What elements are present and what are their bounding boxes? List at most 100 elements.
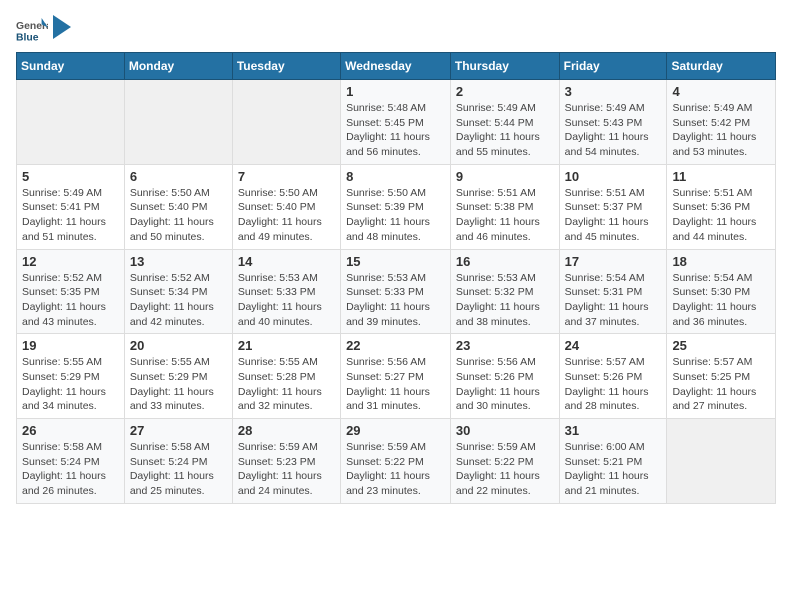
day-info: Sunrise: 5:55 AM Sunset: 5:29 PM Dayligh… (22, 355, 119, 414)
day-number: 31 (565, 423, 662, 438)
day-info: Sunrise: 5:59 AM Sunset: 5:23 PM Dayligh… (238, 440, 335, 499)
calendar-cell: 25 Sunrise: 5:57 AM Sunset: 5:25 PM Dayli… (667, 334, 776, 419)
calendar-cell: 17 Sunrise: 5:54 AM Sunset: 5:31 PM Dayli… (559, 249, 667, 334)
day-info: Sunrise: 5:51 AM Sunset: 5:36 PM Dayligh… (672, 186, 770, 245)
weekday-header-saturday: Saturday (667, 53, 776, 80)
day-number: 14 (238, 254, 335, 269)
day-number: 1 (346, 84, 445, 99)
day-info: Sunrise: 5:48 AM Sunset: 5:45 PM Dayligh… (346, 101, 445, 160)
calendar-cell: 5 Sunrise: 5:49 AM Sunset: 5:41 PM Daylig… (17, 164, 125, 249)
svg-text:Blue: Blue (16, 32, 39, 43)
day-number: 26 (22, 423, 119, 438)
day-info: Sunrise: 5:50 AM Sunset: 5:39 PM Dayligh… (346, 186, 445, 245)
calendar-cell: 11Sunrise: 5:51 AM Sunset: 5:36 PM Dayli… (667, 164, 776, 249)
day-number: 15 (346, 254, 445, 269)
calendar-cell: 20 Sunrise: 5:55 AM Sunset: 5:29 PM Dayli… (124, 334, 232, 419)
weekday-header-wednesday: Wednesday (341, 53, 451, 80)
calendar-cell: 21 Sunrise: 5:55 AM Sunset: 5:28 PM Dayli… (232, 334, 340, 419)
page-header: General Blue (16, 16, 776, 44)
calendar-cell: 8 Sunrise: 5:50 AM Sunset: 5:39 PM Daylig… (341, 164, 451, 249)
day-info: Sunrise: 5:55 AM Sunset: 5:29 PM Dayligh… (130, 355, 227, 414)
day-number: 17 (565, 254, 662, 269)
day-info: Sunrise: 5:58 AM Sunset: 5:24 PM Dayligh… (130, 440, 227, 499)
day-info: Sunrise: 5:51 AM Sunset: 5:38 PM Dayligh… (456, 186, 554, 245)
calendar-cell: 6Sunrise: 5:50 AM Sunset: 5:40 PM Daylig… (124, 164, 232, 249)
calendar-cell (232, 80, 340, 165)
day-info: Sunrise: 5:55 AM Sunset: 5:28 PM Dayligh… (238, 355, 335, 414)
calendar-cell: 9 Sunrise: 5:51 AM Sunset: 5:38 PM Daylig… (450, 164, 559, 249)
calendar-cell: 18Sunrise: 5:54 AM Sunset: 5:30 PM Dayli… (667, 249, 776, 334)
weekday-header-monday: Monday (124, 53, 232, 80)
day-info: Sunrise: 5:49 AM Sunset: 5:42 PM Dayligh… (672, 101, 770, 160)
calendar-week-4: 19Sunrise: 5:55 AM Sunset: 5:29 PM Dayli… (17, 334, 776, 419)
day-info: Sunrise: 5:56 AM Sunset: 5:27 PM Dayligh… (346, 355, 445, 414)
calendar-week-3: 12 Sunrise: 5:52 AM Sunset: 5:35 PM Dayli… (17, 249, 776, 334)
day-info: Sunrise: 5:56 AM Sunset: 5:26 PM Dayligh… (456, 355, 554, 414)
day-info: Sunrise: 5:58 AM Sunset: 5:24 PM Dayligh… (22, 440, 119, 499)
calendar-cell: 16 Sunrise: 5:53 AM Sunset: 5:32 PM Dayli… (450, 249, 559, 334)
calendar-week-1: 1 Sunrise: 5:48 AM Sunset: 5:45 PM Daylig… (17, 80, 776, 165)
calendar-week-2: 5 Sunrise: 5:49 AM Sunset: 5:41 PM Daylig… (17, 164, 776, 249)
calendar-header: SundayMondayTuesdayWednesdayThursdayFrid… (17, 53, 776, 80)
weekday-header-friday: Friday (559, 53, 667, 80)
calendar-cell (17, 80, 125, 165)
day-number: 28 (238, 423, 335, 438)
calendar-table: SundayMondayTuesdayWednesdayThursdayFrid… (16, 52, 776, 504)
calendar-cell: 23 Sunrise: 5:56 AM Sunset: 5:26 PM Dayli… (450, 334, 559, 419)
day-info: Sunrise: 5:52 AM Sunset: 5:35 PM Dayligh… (22, 271, 119, 330)
day-info: Sunrise: 6:00 AM Sunset: 5:21 PM Dayligh… (565, 440, 662, 499)
day-number: 9 (456, 169, 554, 184)
day-number: 18 (672, 254, 770, 269)
calendar-cell: 7 Sunrise: 5:50 AM Sunset: 5:40 PM Daylig… (232, 164, 340, 249)
calendar-cell: 26 Sunrise: 5:58 AM Sunset: 5:24 PM Dayli… (17, 419, 125, 504)
calendar-cell: 12 Sunrise: 5:52 AM Sunset: 5:35 PM Dayli… (17, 249, 125, 334)
day-info: Sunrise: 5:53 AM Sunset: 5:32 PM Dayligh… (456, 271, 554, 330)
calendar-week-5: 26 Sunrise: 5:58 AM Sunset: 5:24 PM Dayli… (17, 419, 776, 504)
day-number: 30 (456, 423, 554, 438)
calendar-cell: 4Sunrise: 5:49 AM Sunset: 5:42 PM Daylig… (667, 80, 776, 165)
day-info: Sunrise: 5:52 AM Sunset: 5:34 PM Dayligh… (130, 271, 227, 330)
calendar-cell: 29Sunrise: 5:59 AM Sunset: 5:22 PM Dayli… (341, 419, 451, 504)
day-number: 27 (130, 423, 227, 438)
calendar-cell (667, 419, 776, 504)
day-number: 23 (456, 338, 554, 353)
calendar-cell: 27 Sunrise: 5:58 AM Sunset: 5:24 PM Dayli… (124, 419, 232, 504)
calendar-cell: 30 Sunrise: 5:59 AM Sunset: 5:22 PM Dayli… (450, 419, 559, 504)
calendar-cell: 15 Sunrise: 5:53 AM Sunset: 5:33 PM Dayli… (341, 249, 451, 334)
day-number: 25 (672, 338, 770, 353)
calendar-cell: 2Sunrise: 5:49 AM Sunset: 5:44 PM Daylig… (450, 80, 559, 165)
day-info: Sunrise: 5:49 AM Sunset: 5:41 PM Dayligh… (22, 186, 119, 245)
day-number: 12 (22, 254, 119, 269)
day-info: Sunrise: 5:53 AM Sunset: 5:33 PM Dayligh… (346, 271, 445, 330)
day-number: 5 (22, 169, 119, 184)
calendar-cell: 3Sunrise: 5:49 AM Sunset: 5:43 PM Daylig… (559, 80, 667, 165)
day-number: 24 (565, 338, 662, 353)
day-number: 20 (130, 338, 227, 353)
weekday-header-thursday: Thursday (450, 53, 559, 80)
day-number: 7 (238, 169, 335, 184)
calendar-cell: 1 Sunrise: 5:48 AM Sunset: 5:45 PM Daylig… (341, 80, 451, 165)
calendar-cell (124, 80, 232, 165)
day-number: 16 (456, 254, 554, 269)
day-info: Sunrise: 5:57 AM Sunset: 5:25 PM Dayligh… (672, 355, 770, 414)
weekday-header-tuesday: Tuesday (232, 53, 340, 80)
logo: General Blue (16, 16, 71, 44)
day-info: Sunrise: 5:51 AM Sunset: 5:37 PM Dayligh… (565, 186, 662, 245)
calendar-cell: 28 Sunrise: 5:59 AM Sunset: 5:23 PM Dayli… (232, 419, 340, 504)
day-number: 8 (346, 169, 445, 184)
day-info: Sunrise: 5:54 AM Sunset: 5:31 PM Dayligh… (565, 271, 662, 330)
day-number: 22 (346, 338, 445, 353)
day-number: 21 (238, 338, 335, 353)
day-number: 6 (130, 169, 227, 184)
calendar-cell: 13Sunrise: 5:52 AM Sunset: 5:34 PM Dayli… (124, 249, 232, 334)
day-info: Sunrise: 5:49 AM Sunset: 5:44 PM Dayligh… (456, 101, 554, 160)
calendar-cell: 14Sunrise: 5:53 AM Sunset: 5:33 PM Dayli… (232, 249, 340, 334)
day-info: Sunrise: 5:59 AM Sunset: 5:22 PM Dayligh… (346, 440, 445, 499)
day-info: Sunrise: 5:50 AM Sunset: 5:40 PM Dayligh… (238, 186, 335, 245)
calendar-cell: 24 Sunrise: 5:57 AM Sunset: 5:26 PM Dayli… (559, 334, 667, 419)
day-info: Sunrise: 5:49 AM Sunset: 5:43 PM Dayligh… (565, 101, 662, 160)
day-info: Sunrise: 5:59 AM Sunset: 5:22 PM Dayligh… (456, 440, 554, 499)
calendar-cell: 10Sunrise: 5:51 AM Sunset: 5:37 PM Dayli… (559, 164, 667, 249)
weekday-header-sunday: Sunday (17, 53, 125, 80)
day-info: Sunrise: 5:57 AM Sunset: 5:26 PM Dayligh… (565, 355, 662, 414)
